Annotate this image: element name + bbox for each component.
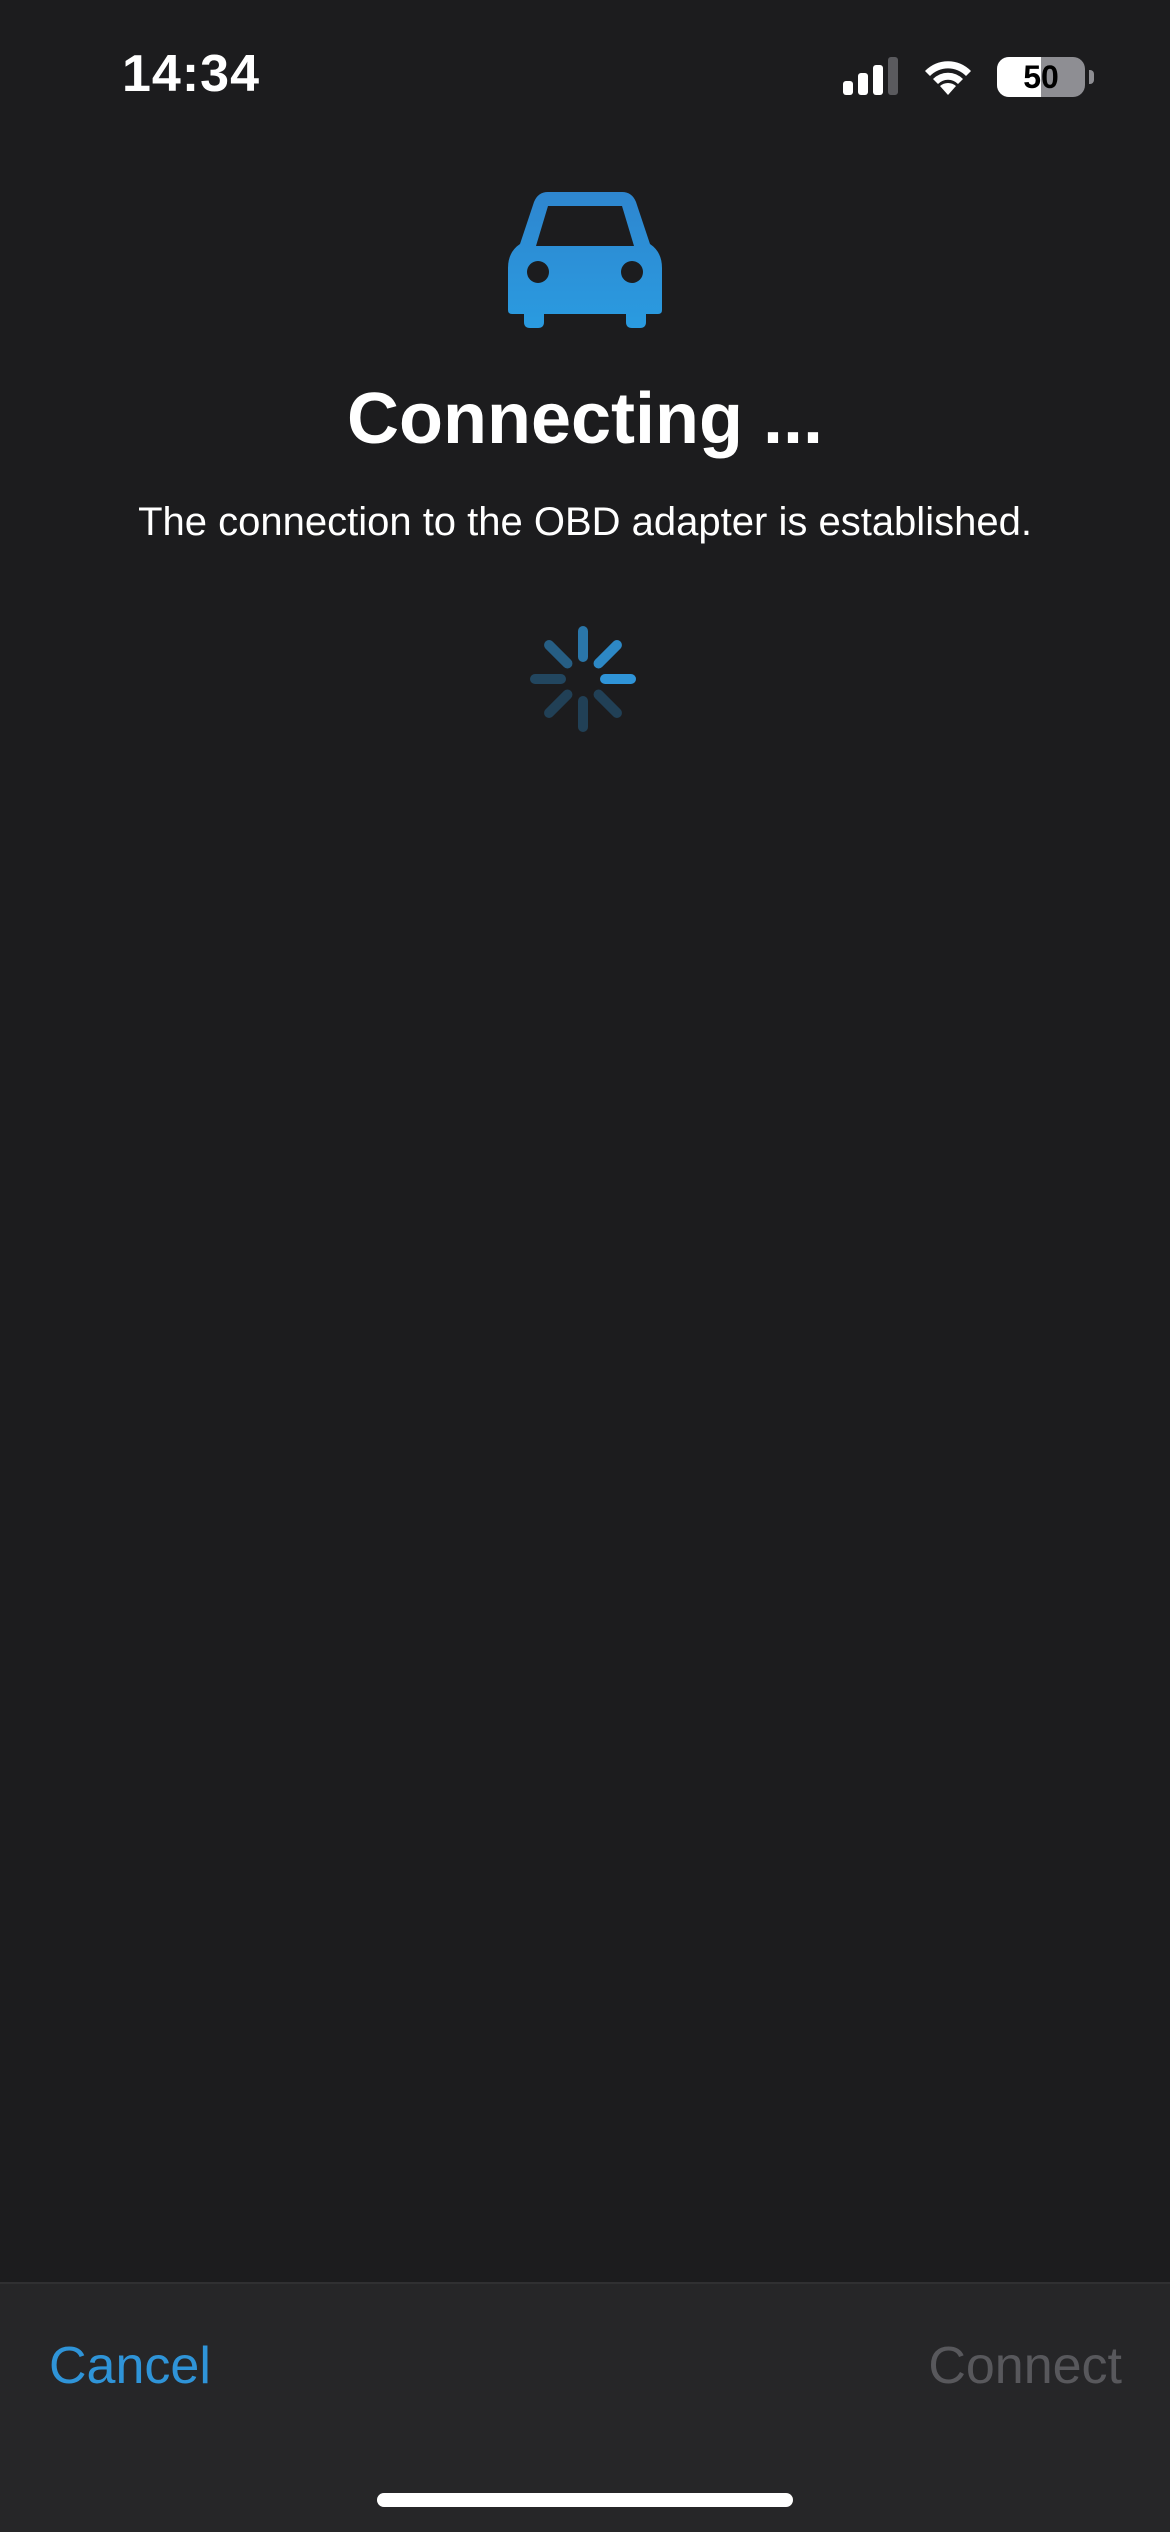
status-message: The connection to the OBD adapter is est… [138,500,1032,544]
spinner-icon [528,624,638,734]
status-time: 14:34 [122,45,260,103]
spinner-spoke [593,689,622,718]
page-title: Connecting ... [347,379,823,459]
cellular-signal-icon [843,57,899,97]
car-icon [508,192,662,328]
spinner-spoke [593,640,622,669]
status-bar: 14:34 50 [0,0,1170,150]
battery-cap [1089,70,1094,84]
home-indicator [377,2493,793,2507]
wifi-icon [921,57,975,97]
battery-icon: 50 [997,57,1085,97]
spinner-spoke [544,640,573,669]
status-icons: 50 [843,52,1094,102]
battery-level: 50 [1023,58,1059,95]
spinner-spoke [544,689,573,718]
cancel-button[interactable]: Cancel [49,2336,211,2396]
connect-button[interactable]: Connect [928,2336,1122,2396]
